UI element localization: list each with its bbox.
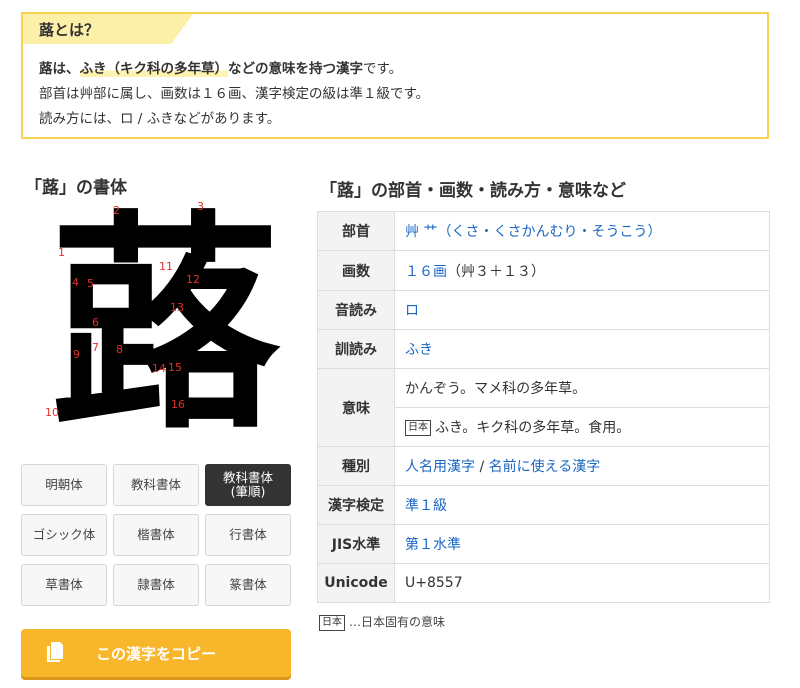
row-header: JIS水準 xyxy=(317,524,395,564)
font-button-label: 隷書体 xyxy=(137,577,175,592)
font-button-reisho[interactable]: 隷書体 xyxy=(113,564,199,606)
row-header: 種別 xyxy=(317,446,395,486)
font-button-label: 行書体 xyxy=(229,527,267,542)
stroke-number: 16 xyxy=(171,398,185,411)
font-button-label: 教科書体 (筆順) xyxy=(222,470,273,499)
meaning-1: かんぞう。マメ科の多年草。 xyxy=(394,368,770,408)
kentei-link[interactable]: 準１級 xyxy=(405,498,447,514)
font-button-gyosho[interactable]: 行書体 xyxy=(205,514,291,556)
summary-meaning-tail: などの意味を持つ漢字 xyxy=(228,61,363,77)
font-button-kaisho[interactable]: 楷書体 xyxy=(113,514,199,556)
kanji-info-table: 部首 艸 艹（くさ・くさかんむり・そうこう） 画数 １６画（艸３＋１３） 音読み… xyxy=(317,211,770,603)
stroke-number: 8 xyxy=(116,343,123,356)
copy-icon xyxy=(47,642,63,662)
font-button-mincho[interactable]: 明朝体 xyxy=(21,464,107,506)
font-button-label: ゴシック体 xyxy=(32,527,96,542)
row-header: Unicode xyxy=(317,563,395,603)
copy-button-label: この漢字をコピー xyxy=(95,644,216,663)
japan-only-tag: 日本 xyxy=(319,614,345,631)
footnote-text: …日本固有の意味 xyxy=(349,615,446,629)
summary-meaning: ふき（キク科の多年草） xyxy=(79,61,228,77)
stroke-number: 7 xyxy=(92,341,99,354)
font-button-label: 楷書体 xyxy=(137,527,175,542)
font-button-gothic[interactable]: ゴシック体 xyxy=(21,514,107,556)
name-kanji-link[interactable]: 名前に使える漢字 xyxy=(489,459,601,475)
stroke-number: 4 xyxy=(72,276,79,289)
meaning-2: ふき。キク科の多年草。食用。 xyxy=(435,420,631,436)
info-section-title: 「蕗」の部首・画数・読み方・意味など xyxy=(320,181,626,201)
unicode-value: U+8557 xyxy=(394,563,770,603)
font-button-tensho[interactable]: 篆書体 xyxy=(205,564,291,606)
copy-kanji-button[interactable]: この漢字をコピー xyxy=(21,629,291,677)
stroke-number: 9 xyxy=(73,348,80,361)
stroke-number: 13 xyxy=(170,301,184,314)
row-header: 画数 xyxy=(317,250,395,291)
stroke-number: 14 xyxy=(152,362,166,375)
row-unicode: Unicode U+8557 xyxy=(317,563,770,603)
font-button-sosho[interactable]: 草書体 xyxy=(21,564,107,606)
jis-link[interactable]: 第１水準 xyxy=(405,537,461,553)
font-button-label: 草書体 xyxy=(45,577,83,592)
bushu-link[interactable]: 艸 艹（くさ・くさかんむり・そうこう） xyxy=(405,224,661,240)
summary-line-2: 部首は艸部に属し、画数は１６画、漢字検定の級は準１級です。 xyxy=(39,86,430,102)
jinmeiyo-link[interactable]: 人名用漢字 xyxy=(405,459,475,475)
japan-only-tag: 日本 xyxy=(405,420,431,436)
row-header: 訓読み xyxy=(317,329,395,369)
footnote: 日本 …日本固有の意味 xyxy=(319,613,445,631)
row-header: 漢字検定 xyxy=(317,485,395,525)
stroke-number: 5 xyxy=(87,277,94,290)
row-jis: JIS水準 第１水準 xyxy=(317,524,770,564)
row-header: 音読み xyxy=(317,290,395,330)
stroke-number: 10 xyxy=(45,406,59,419)
font-button-label: 篆書体 xyxy=(229,577,267,592)
row-kunyomi: 訓読み ふき xyxy=(317,329,770,369)
summary-text: 蕗は、ふき（キク科の多年草）などの意味を持つ漢字です。 部首は艸部に属し、画数は… xyxy=(39,57,429,132)
font-button-label: 教科書体 xyxy=(130,477,181,492)
stroke-count-link[interactable]: １６画 xyxy=(405,264,447,280)
row-header: 部首 xyxy=(317,211,395,251)
row-header: 意味 xyxy=(317,368,395,447)
summary-line-end: です。 xyxy=(363,61,403,77)
stroke-number: 6 xyxy=(92,316,99,329)
stroke-number: 11 xyxy=(159,260,173,273)
stroke-count-note: （艸３＋１３） xyxy=(447,263,545,280)
row-shubetsu: 種別 人名用漢字 / 名前に使える漢字 xyxy=(317,446,770,486)
summary-line-1: 蕗は、ふき（キク科の多年草）などの意味を持つ漢字です。 xyxy=(39,57,429,82)
separator: / xyxy=(479,459,485,475)
stroke-number: 1 xyxy=(58,246,65,259)
summary-char: 蕗は、 xyxy=(39,61,80,77)
kanji-glyph: 蕗 xyxy=(49,190,280,460)
summary-line-3: 読み方には、ロ / ふきなどがあります。 xyxy=(39,111,281,127)
row-kentei: 漢字検定 準１級 xyxy=(317,485,770,525)
font-button-kyokasho[interactable]: 教科書体 xyxy=(113,464,199,506)
font-button-kyokasho-stroke-order[interactable]: 教科書体 (筆順) xyxy=(205,464,291,506)
summary-box: 蕗とは？ 蕗は、ふき（キク科の多年草）などの意味を持つ漢字です。 部首は艸部に属… xyxy=(21,12,769,139)
kunyomi-link[interactable]: ふき xyxy=(405,342,433,358)
row-kakusu: 画数 １６画（艸３＋１３） xyxy=(317,250,770,291)
row-bushu: 部首 艸 艹（くさ・くさかんむり・そうこう） xyxy=(317,211,770,251)
stroke-number: 3 xyxy=(197,200,204,213)
row-onyomi: 音読み ロ xyxy=(317,290,770,330)
onyomi-link[interactable]: ロ xyxy=(405,303,419,319)
stroke-number: 12 xyxy=(186,273,200,286)
row-imi: 意味 かんぞう。マメ科の多年草。 xyxy=(317,368,770,447)
kanji-glyph-display: 蕗 1 2 3 4 5 6 7 8 9 10 11 12 13 14 15 16 xyxy=(40,200,290,450)
stroke-number: 2 xyxy=(113,204,120,217)
font-button-label: 明朝体 xyxy=(45,477,83,492)
summary-title: 蕗とは？ xyxy=(39,21,100,39)
stroke-number: 15 xyxy=(168,361,182,374)
